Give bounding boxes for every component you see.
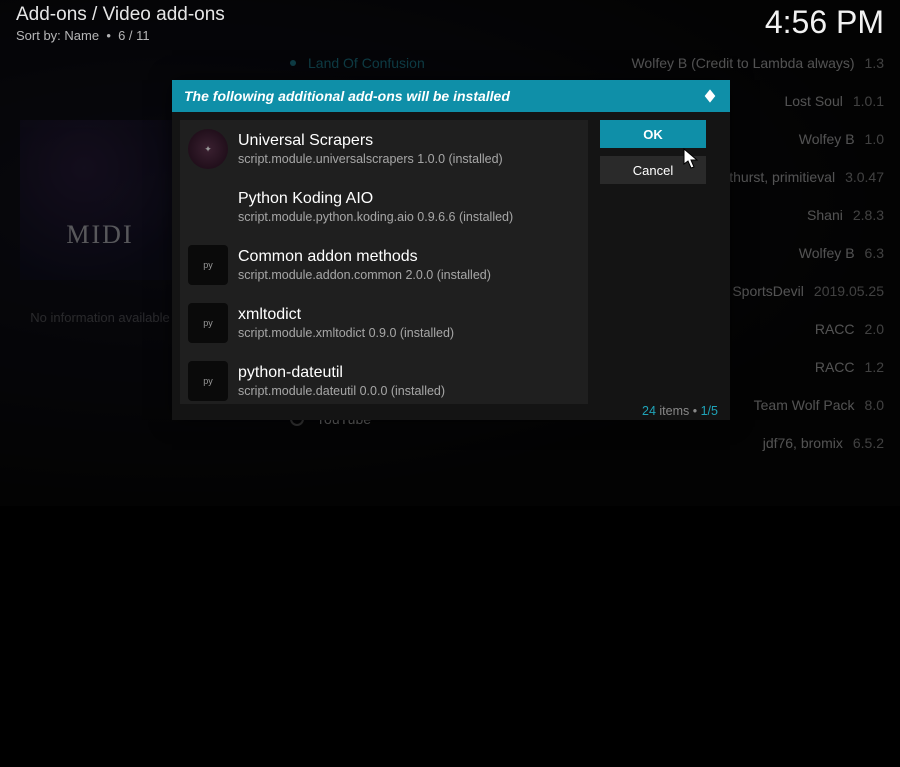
addon-list-item[interactable]: py xmltodict script.module.xmltodict 0.9… bbox=[180, 294, 588, 352]
addon-name: Universal Scrapers bbox=[238, 132, 503, 150]
ok-button[interactable]: OK bbox=[600, 120, 706, 148]
addon-list-item[interactable]: py Common addon methods script.module.ad… bbox=[180, 236, 588, 294]
addon-detail: script.module.universalscrapers 1.0.0 (i… bbox=[238, 152, 503, 166]
poster-panel: MIDI No information available bbox=[20, 120, 180, 325]
dialog-title: The following additional add-ons will be… bbox=[184, 88, 510, 104]
addon-detail: script.module.addon.common 2.0.0 (instal… bbox=[238, 268, 491, 282]
sort-indicator: Sort by: Name • 6 / 11 bbox=[16, 28, 225, 43]
addon-detail: script.module.python.koding.aio 0.9.6.6 … bbox=[238, 210, 513, 224]
addon-list-item[interactable]: ✦ Universal Scrapers script.module.unive… bbox=[180, 120, 588, 178]
addon-name: xmltodict bbox=[238, 306, 454, 324]
kodi-logo-icon bbox=[702, 88, 718, 104]
addon-detail: script.module.dateutil 0.0.0 (installed) bbox=[238, 384, 445, 398]
addon-icon: ✦ bbox=[188, 129, 228, 169]
python-icon: py bbox=[188, 361, 228, 401]
addon-detail: script.module.xmltodict 0.9.0 (installed… bbox=[238, 326, 454, 340]
breadcrumb: Add-ons / Video add-ons bbox=[16, 4, 225, 26]
background-item-label: Land Of Confusion bbox=[308, 55, 425, 71]
dialog-header: The following additional add-ons will be… bbox=[172, 80, 730, 112]
python-icon: py bbox=[188, 303, 228, 343]
clock: 4:56 PM bbox=[765, 4, 884, 41]
cancel-button[interactable]: Cancel bbox=[600, 156, 706, 184]
addon-name: Common addon methods bbox=[238, 248, 491, 266]
install-dependencies-dialog: The following additional add-ons will be… bbox=[172, 80, 730, 420]
addon-name: Python Koding AIO bbox=[238, 190, 513, 208]
header-bar: Add-ons / Video add-ons Sort by: Name • … bbox=[16, 4, 884, 43]
addon-poster: MIDI bbox=[20, 120, 180, 280]
addon-list[interactable]: ✦ Universal Scrapers script.module.unive… bbox=[180, 120, 588, 404]
addon-list-item[interactable]: Python Koding AIO script.module.python.k… bbox=[180, 178, 588, 236]
no-info-label: No information available bbox=[20, 310, 180, 325]
python-icon: py bbox=[188, 245, 228, 285]
bullet-icon bbox=[290, 60, 296, 66]
dialog-footer: 24 items • 1/5 bbox=[642, 404, 718, 418]
addon-name: python-dateutil bbox=[238, 364, 445, 382]
addon-list-item[interactable]: py python-dateutil script.module.dateuti… bbox=[180, 352, 588, 404]
